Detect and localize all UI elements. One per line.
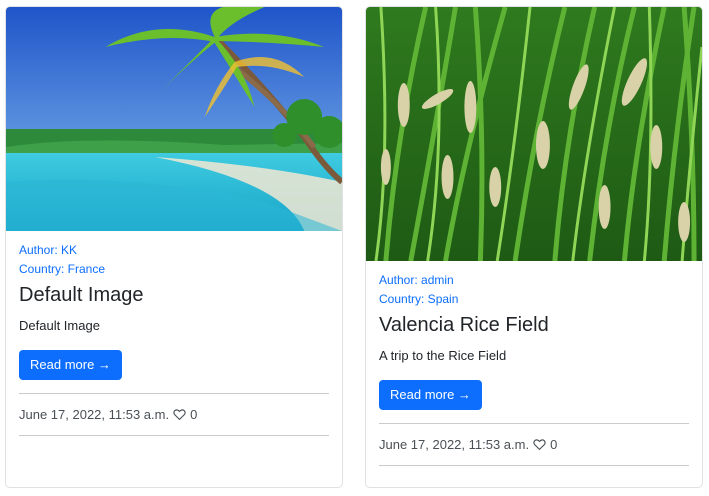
post-date: June 17, 2022, 11:53 a.m.	[379, 437, 530, 452]
post-card: Author: admin Country: Spain Valencia Ri…	[365, 6, 703, 488]
post-author[interactable]: Author: KK	[19, 241, 329, 260]
like-button[interactable]: 0	[173, 407, 197, 422]
read-more-button[interactable]: Read more →	[19, 350, 122, 380]
post-description: A trip to the Rice Field	[379, 348, 507, 363]
heart-icon	[533, 439, 546, 451]
post-date: June 17, 2022, 11:53 a.m.	[19, 407, 170, 422]
post-title: Default Image	[19, 284, 144, 306]
beach-image	[6, 7, 342, 231]
post-title: Valencia Rice Field	[379, 314, 549, 336]
post-country[interactable]: Country: Spain	[379, 290, 689, 309]
rice-field-image	[366, 7, 702, 261]
post-image	[6, 7, 342, 231]
post-footer: June 17, 2022, 11:53 a.m. 0	[19, 394, 329, 435]
post-card: Author: KK Country: France Default Image…	[5, 6, 343, 488]
post-footer: June 17, 2022, 11:53 a.m. 0	[379, 424, 689, 465]
post-author[interactable]: Author: admin	[379, 271, 689, 290]
like-count: 0	[550, 437, 558, 452]
post-country[interactable]: Country: France	[19, 260, 329, 279]
like-button[interactable]: 0	[533, 437, 557, 452]
like-count: 0	[190, 407, 198, 422]
post-description: Default Image	[19, 318, 100, 333]
divider	[379, 465, 689, 466]
post-image	[366, 7, 702, 261]
heart-icon	[173, 409, 186, 421]
divider	[19, 435, 329, 436]
read-more-button[interactable]: Read more →	[379, 380, 482, 410]
